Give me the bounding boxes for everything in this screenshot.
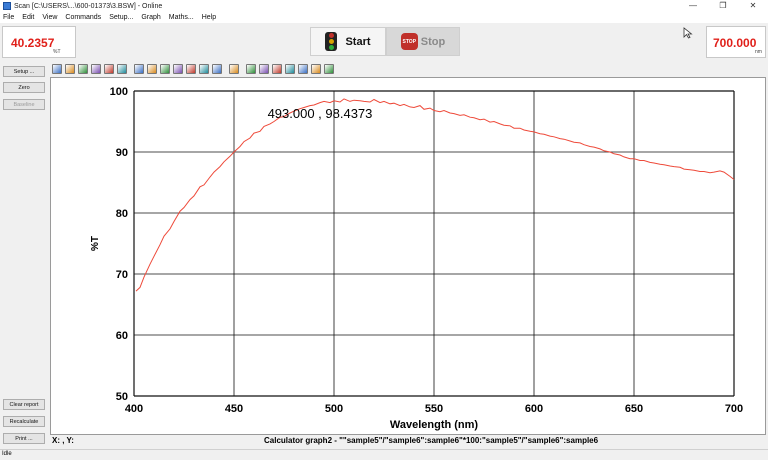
menu-commands[interactable]: Commands bbox=[65, 14, 101, 21]
x-tick-labels: 400 450 500 550 600 650 700 bbox=[125, 403, 743, 415]
cursor-annotation: 493.000 , 98.4373 bbox=[268, 106, 373, 121]
color-icon[interactable] bbox=[272, 63, 282, 74]
x-tick-label: 500 bbox=[325, 403, 343, 415]
print-button[interactable]: Print ... bbox=[3, 433, 45, 444]
start-label: Start bbox=[345, 35, 371, 48]
status-bar: Idle bbox=[0, 449, 768, 460]
coordinate-status-line: X: , Y: Calculator graph2 - ""sample5"/"… bbox=[50, 435, 766, 446]
left-sidebar: Setup ... Zero Baseline Clear report Rec… bbox=[0, 60, 50, 453]
line-icon[interactable] bbox=[311, 63, 321, 74]
minimize-icon[interactable]: — bbox=[678, 0, 708, 12]
menu-help[interactable]: Help bbox=[202, 14, 216, 21]
graph-toolbar bbox=[50, 60, 768, 77]
stop-sign-icon: STOP bbox=[400, 33, 418, 50]
baseline-button[interactable]: Baseline bbox=[3, 99, 45, 110]
maximize-icon[interactable]: ❐ bbox=[708, 0, 738, 12]
autoscale-icon[interactable] bbox=[52, 63, 62, 74]
menu-file[interactable]: File bbox=[3, 14, 14, 21]
setup-button[interactable]: Setup ... bbox=[3, 66, 45, 77]
x-tick-label: 600 bbox=[525, 403, 543, 415]
y-tick-labels: 50 60 70 80 90 100 bbox=[110, 86, 128, 403]
chart-grid bbox=[133, 90, 735, 397]
stop-button[interactable]: STOP Stop bbox=[386, 27, 460, 56]
stats-icon[interactable] bbox=[298, 63, 308, 74]
transmittance-readout: 40.2357 %T bbox=[2, 26, 76, 58]
recalculate-button[interactable]: Recalculate bbox=[3, 416, 45, 427]
xy-scale-icon[interactable] bbox=[117, 63, 127, 74]
top-strip: 40.2357 %T Start STOP Stop 700.000 nm bbox=[0, 23, 768, 60]
window-title: Scan [C:\USERS\...\600-01373\3.BSW] - On… bbox=[14, 2, 163, 10]
y-tick-label: 70 bbox=[116, 269, 128, 281]
wavelength-value: 700.000 bbox=[713, 36, 757, 50]
menu-edit[interactable]: Edit bbox=[22, 14, 34, 21]
axis-icon[interactable] bbox=[259, 63, 269, 74]
stop-label: Stop bbox=[420, 35, 446, 48]
y-tick-label: 90 bbox=[116, 147, 128, 159]
graph-icon[interactable] bbox=[199, 63, 209, 74]
y-tick-label: 50 bbox=[116, 391, 128, 403]
cursor-coordinates: X: , Y: bbox=[52, 436, 74, 445]
menu-graph[interactable]: Graph bbox=[141, 14, 160, 21]
menu-setup[interactable]: Setup... bbox=[109, 14, 133, 21]
x-tick-label: 700 bbox=[725, 403, 743, 415]
x-tick-label: 400 bbox=[125, 403, 143, 415]
status-text: Idle bbox=[2, 451, 12, 457]
overlay-icon[interactable] bbox=[160, 63, 170, 74]
search-icon[interactable] bbox=[134, 63, 144, 74]
image-icon[interactable] bbox=[285, 63, 295, 74]
track-icon[interactable] bbox=[104, 63, 114, 74]
calculator-expression: Calculator graph2 - ""sample5"/"sample6"… bbox=[264, 436, 599, 445]
mouse-cursor-icon bbox=[683, 27, 693, 39]
x-axis-label: Wavelength (nm) bbox=[390, 419, 479, 431]
y-axis-label: %T bbox=[90, 236, 101, 251]
zero-button[interactable]: Zero bbox=[3, 82, 45, 93]
list-icon[interactable] bbox=[186, 63, 196, 74]
wavelength-readout: 700.000 nm bbox=[706, 26, 766, 58]
window-controls: — ❐ ✕ bbox=[678, 0, 768, 12]
close-icon[interactable]: ✕ bbox=[738, 0, 768, 12]
y-tick-label: 80 bbox=[116, 208, 128, 220]
x-tick-label: 550 bbox=[425, 403, 443, 415]
scale-icon[interactable] bbox=[246, 63, 256, 74]
transmittance-chart: 50 60 70 80 90 100 400 450 500 550 600 650 700 %T W… bbox=[90, 86, 743, 431]
clear-report-button[interactable]: Clear report bbox=[3, 399, 45, 410]
x-tick-label: 450 bbox=[225, 403, 243, 415]
save-icon[interactable] bbox=[324, 63, 334, 74]
y-tick-label: 100 bbox=[110, 86, 128, 98]
series-line-transmittance bbox=[135, 98, 735, 292]
y-tick-label: 60 bbox=[116, 330, 128, 342]
pointer-icon[interactable] bbox=[78, 63, 88, 74]
transmittance-unit: %T bbox=[53, 49, 61, 55]
graph-panel: 50 60 70 80 90 100 400 450 500 550 600 650 700 %T W… bbox=[50, 77, 766, 435]
x-tick-label: 650 bbox=[625, 403, 643, 415]
export-icon[interactable] bbox=[212, 63, 222, 74]
delete-icon[interactable] bbox=[229, 63, 239, 74]
start-button[interactable]: Start bbox=[310, 27, 386, 56]
menu-view[interactable]: View bbox=[42, 14, 57, 21]
traffic-light-icon bbox=[325, 32, 338, 51]
app-icon bbox=[3, 2, 11, 10]
menu-bar: File Edit View Commands Setup... Graph M… bbox=[0, 12, 768, 23]
zoom-icon[interactable] bbox=[65, 63, 75, 74]
menu-maths[interactable]: Maths... bbox=[169, 14, 194, 21]
transmittance-value: 40.2357 bbox=[11, 36, 55, 50]
scan-app-window: Scan [C:\USERS\...\600-01373\3.BSW] - On… bbox=[0, 0, 768, 460]
crosshair-icon[interactable] bbox=[91, 63, 101, 74]
wavelength-unit: nm bbox=[755, 49, 762, 55]
peak-icon[interactable] bbox=[147, 63, 157, 74]
table-icon[interactable] bbox=[173, 63, 183, 74]
title-bar: Scan [C:\USERS\...\600-01373\3.BSW] - On… bbox=[0, 0, 768, 12]
